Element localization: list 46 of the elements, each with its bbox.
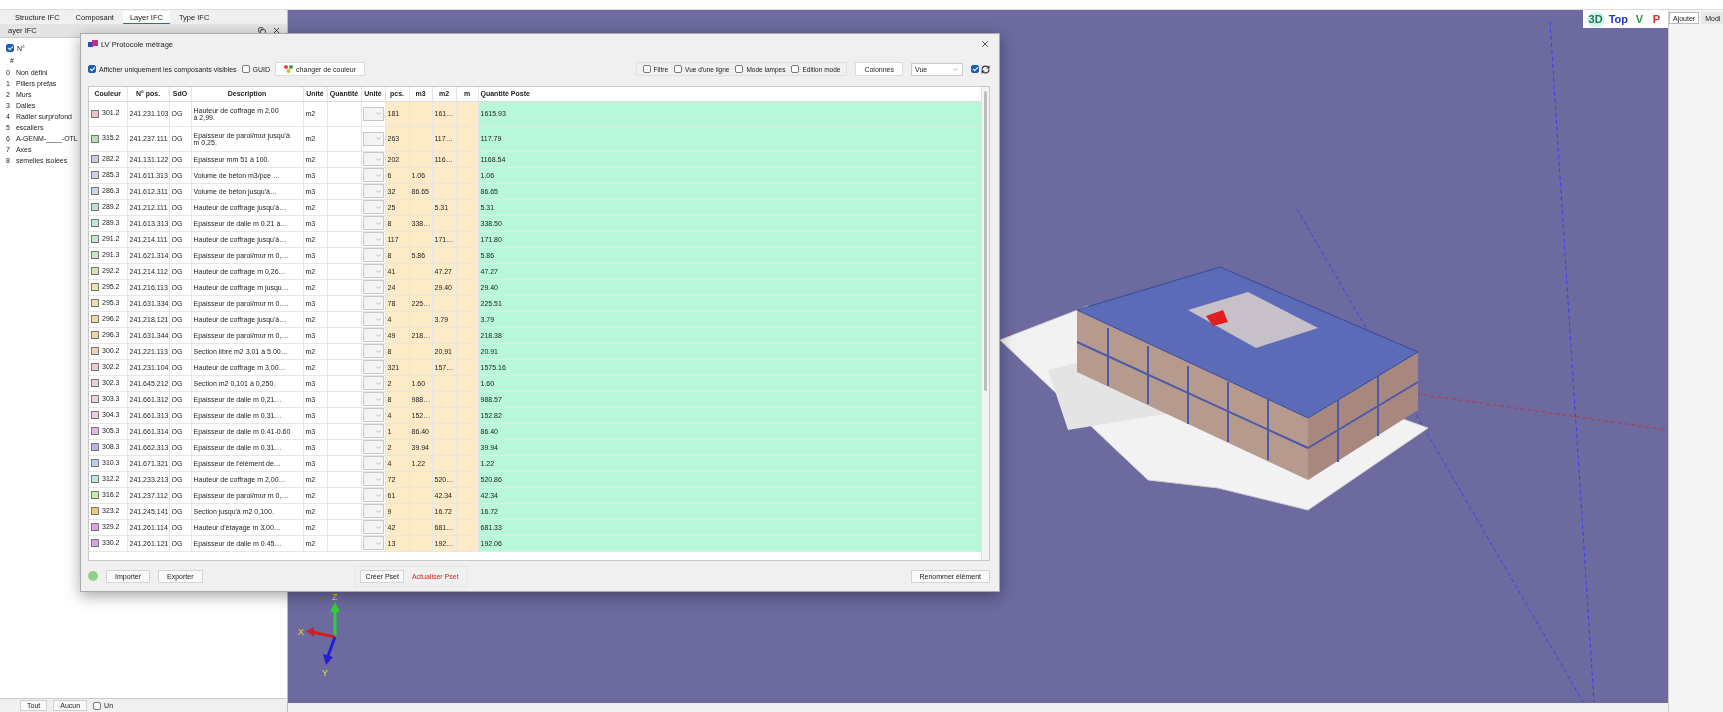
color-swatch[interactable] <box>91 219 99 228</box>
color-swatch[interactable] <box>91 203 99 212</box>
view-button[interactable]: P <box>1649 11 1664 27</box>
color-swatch[interactable] <box>91 155 99 164</box>
color-swatch[interactable] <box>91 411 99 420</box>
axis-gizmo-icon <box>306 602 340 665</box>
color-swatch[interactable] <box>91 251 99 260</box>
color-swatch[interactable] <box>91 507 99 516</box>
sync-checkbox[interactable] <box>971 65 979 73</box>
color-swatch[interactable] <box>91 134 99 143</box>
color-swatch[interactable] <box>91 379 99 388</box>
view-button[interactable]: Top <box>1606 11 1630 27</box>
close-icon[interactable] <box>980 39 990 49</box>
color-swatch[interactable] <box>91 331 99 340</box>
color-swatch[interactable] <box>91 299 99 308</box>
app-logo-icon <box>88 40 98 48</box>
color-swatch[interactable] <box>91 315 99 324</box>
scrollbar[interactable] <box>981 87 989 560</box>
color-swatch[interactable] <box>91 459 99 468</box>
caret-icon <box>952 65 959 73</box>
color-swatch[interactable] <box>91 491 99 500</box>
color-swatch[interactable] <box>91 283 99 292</box>
color-swatch[interactable] <box>91 523 99 532</box>
color-swatch[interactable] <box>91 171 99 180</box>
color-swatch[interactable] <box>91 363 99 372</box>
refresh-icon[interactable] <box>981 64 990 74</box>
color-swatch[interactable] <box>91 109 99 118</box>
color-swatch[interactable] <box>91 395 99 404</box>
axis-label: Z <box>332 592 338 602</box>
axis-label: Y <box>322 668 328 678</box>
caret-icon <box>374 135 382 142</box>
color-swatch[interactable] <box>91 427 99 436</box>
view-button[interactable]: V <box>1632 11 1647 27</box>
color-swatch[interactable] <box>91 235 99 244</box>
color-swatch[interactable] <box>91 539 99 548</box>
color-swatch[interactable] <box>91 347 99 356</box>
palette-icon <box>284 65 294 73</box>
float-icon[interactable] <box>258 26 266 35</box>
color-swatch[interactable] <box>91 443 99 452</box>
close-icon[interactable] <box>272 26 281 35</box>
caret-icon <box>374 110 382 117</box>
axis-label: X <box>298 627 304 637</box>
color-swatch[interactable] <box>91 187 99 196</box>
view-button[interactable]: 3D <box>1586 11 1605 27</box>
color-swatch[interactable] <box>91 267 99 276</box>
color-swatch[interactable] <box>91 475 99 484</box>
